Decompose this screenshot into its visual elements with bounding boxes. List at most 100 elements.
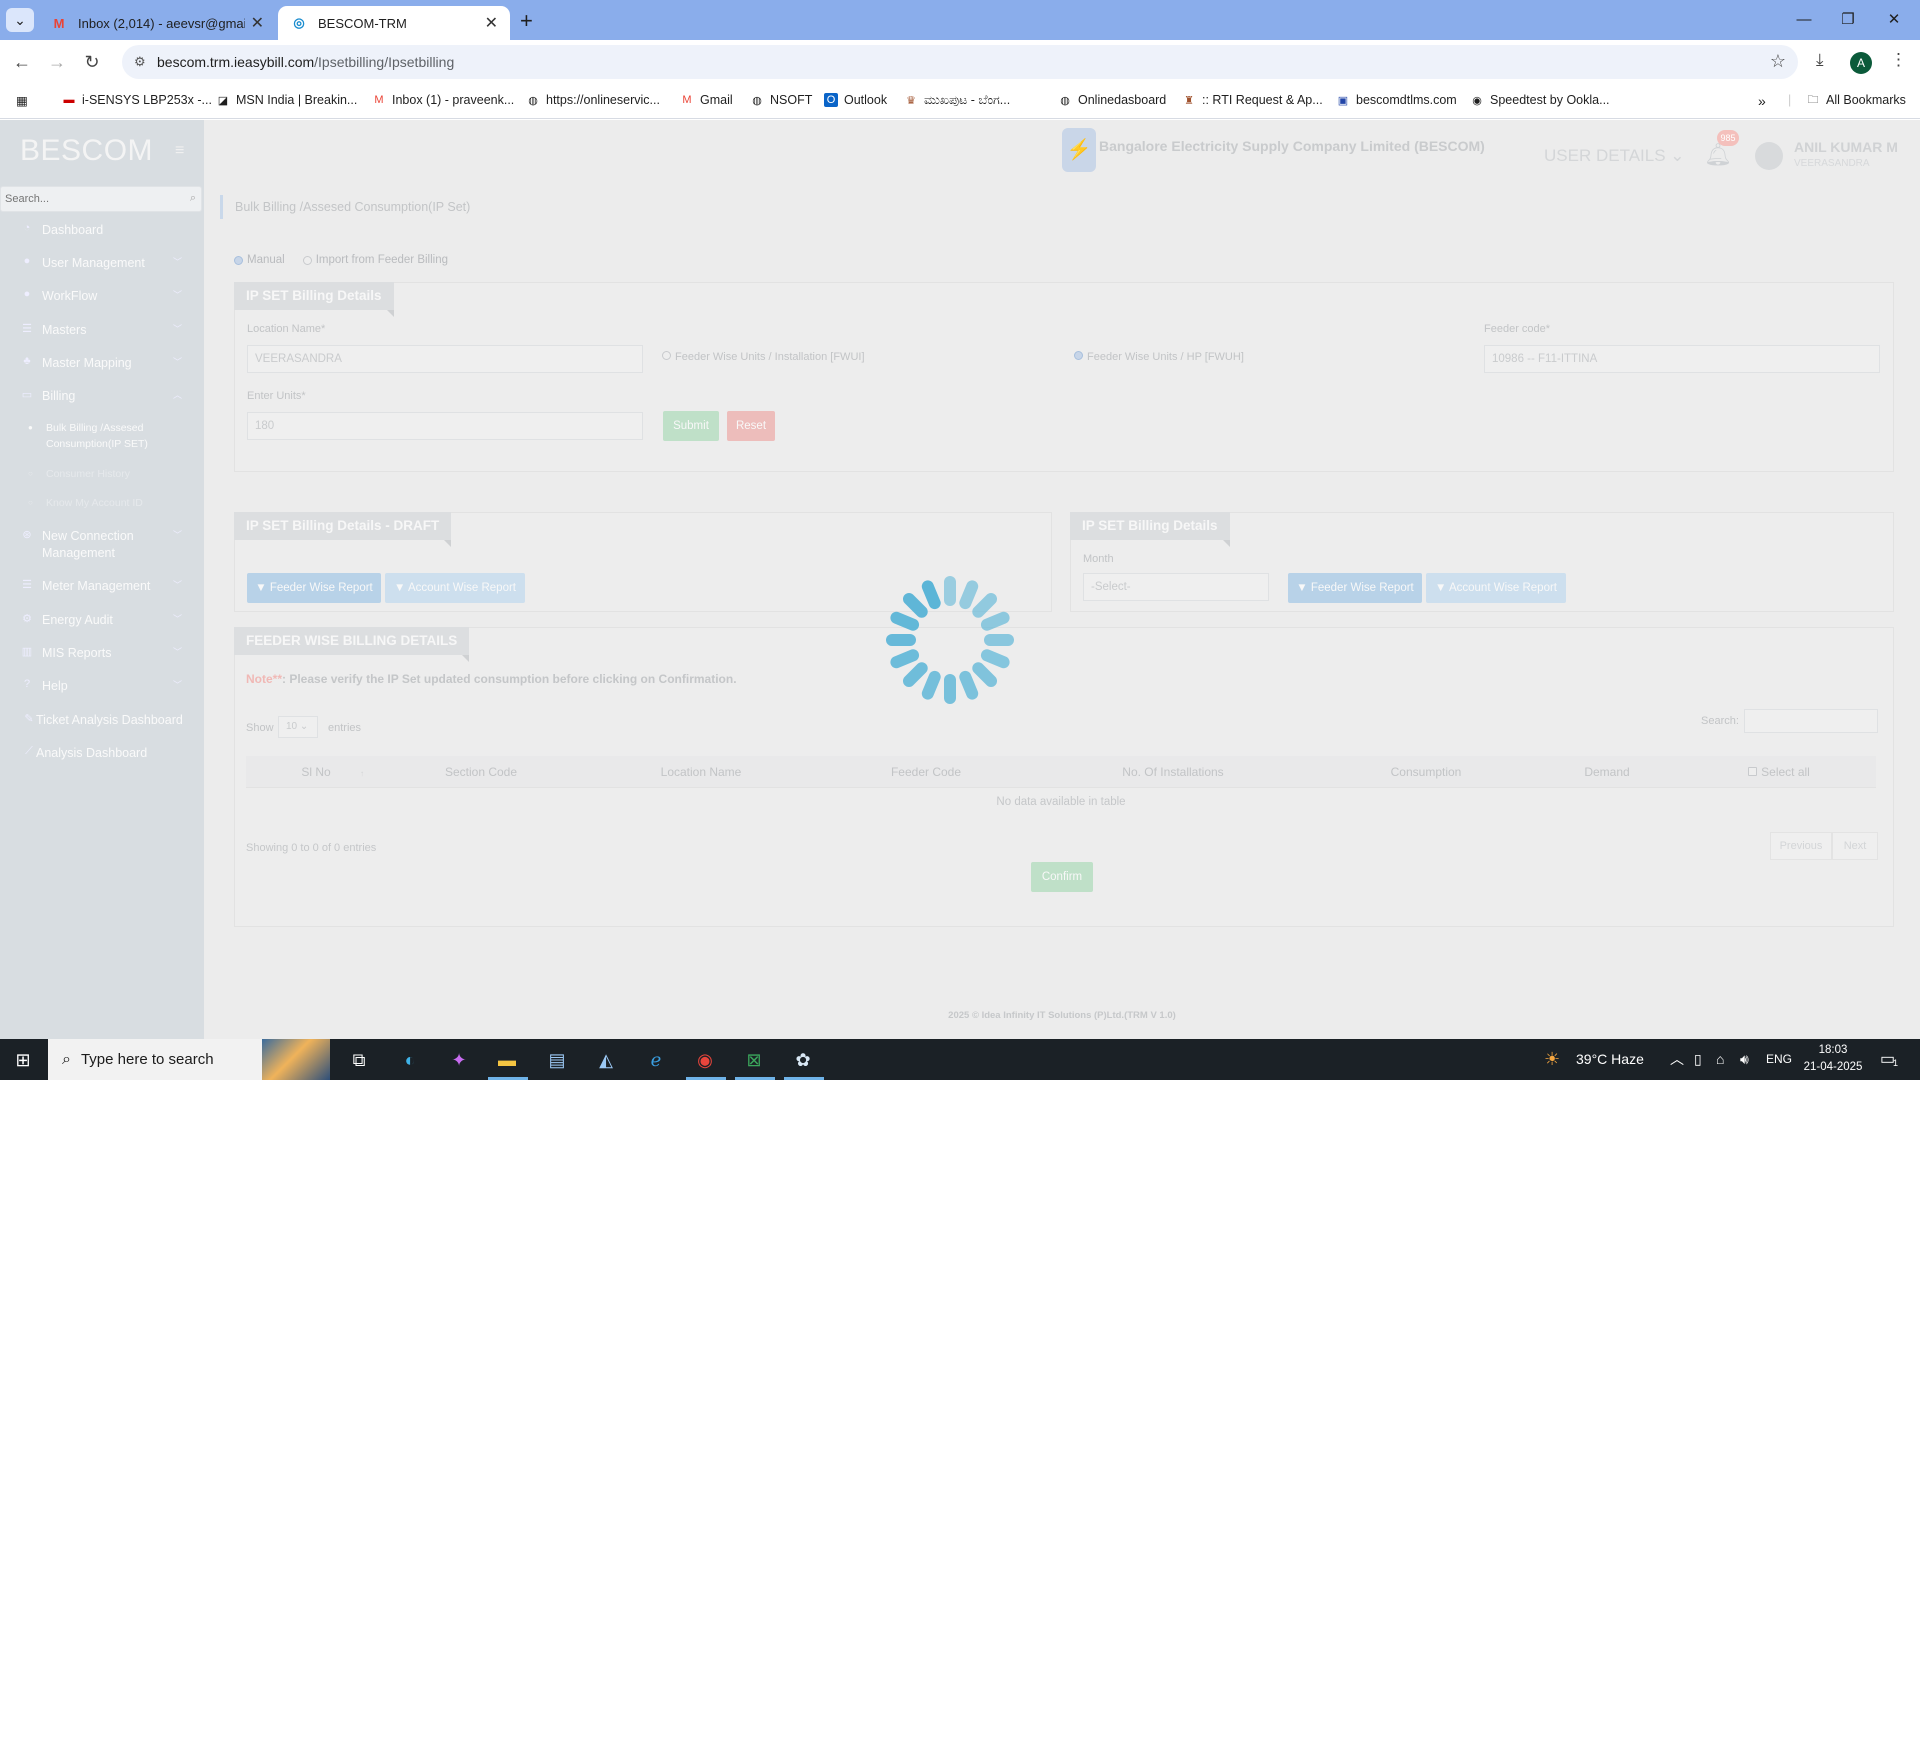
col-sl-no[interactable]: Sl No — [246, 756, 386, 788]
clock[interactable]: 18:03 21-04-2025 — [1798, 1042, 1868, 1076]
col-location-name[interactable]: Location Name — [576, 756, 826, 788]
bookmark-item[interactable]: ♜:: RTI Request & Ap... — [1182, 93, 1323, 107]
task-view-icon[interactable]: ⧉ — [346, 1047, 372, 1073]
hamburger-icon[interactable]: ≡ — [175, 142, 184, 160]
draft-feeder-report-button[interactable]: ▼ Feeder Wise Report — [247, 573, 381, 603]
col-select-all[interactable]: Select all — [1682, 756, 1876, 788]
tab-search-button[interactable]: ⌄ — [6, 8, 34, 32]
bookmark-item[interactable]: ▬ i-SENSYS LBP253x -... — [62, 93, 212, 107]
sidebar-search-input[interactable] — [1, 187, 171, 211]
tab-gmail[interactable]: M Inbox (2,014) - aeevsr@gmail.com ✕ — [38, 6, 276, 40]
back-button[interactable]: ← — [10, 50, 34, 74]
col-demand[interactable]: Demand — [1532, 756, 1682, 788]
bookmark-item[interactable]: ♛ ಮುಖಪುಟ - ಬೆಂಗ... — [904, 93, 1010, 108]
taskbar-search[interactable]: ⌕ Type here to search — [48, 1039, 330, 1080]
manual-radio[interactable] — [234, 255, 243, 265]
import-radio[interactable] — [302, 255, 312, 265]
bookmark-item[interactable]: ◉ Speedtest by Ookla... — [1470, 93, 1609, 107]
tab-bescom[interactable]: ◎ BESCOM-TRM ✕ — [278, 6, 510, 40]
apps-icon[interactable]: ▦ — [16, 93, 28, 108]
fwui-radio[interactable] — [662, 351, 671, 360]
store-icon[interactable]: ▤ — [544, 1047, 570, 1073]
network-icon[interactable]: ⌂ — [1716, 1039, 1724, 1080]
windows-start-icon[interactable]: ⊞ — [10, 1047, 36, 1073]
tab-title: Inbox (2,014) - aeevsr@gmail.com — [78, 15, 245, 31]
bookmark-item[interactable]: ◍ https://onlineservic... — [526, 93, 660, 107]
col-consumption[interactable]: Consumption — [1320, 756, 1532, 788]
search-highlight-image — [262, 1039, 330, 1080]
volume-icon[interactable]: 🔊︎ — [1740, 1039, 1749, 1080]
close-tab-icon[interactable]: ✕ — [251, 13, 264, 33]
sidebar-item-new-connection[interactable]: ⊛ New Connection Management ﹀ — [0, 528, 204, 564]
all-bookmarks-button[interactable]: 🗀 All Bookmarks — [1806, 93, 1906, 107]
copilot-icon[interactable]: ✦ — [446, 1047, 472, 1073]
restore-button[interactable]: ❐ — [1826, 0, 1870, 40]
submit-button[interactable]: Submit — [663, 411, 719, 441]
sidebar-subitem-know-account[interactable]: ○ Know My Account ID — [28, 495, 196, 511]
close-window-button[interactable]: ✕ — [1872, 0, 1916, 40]
close-tab-icon[interactable]: ✕ — [485, 13, 498, 33]
location-input[interactable]: VEERASANDRA — [247, 345, 643, 373]
confirm-button[interactable]: Confirm — [1031, 862, 1093, 892]
download-icon[interactable]: ⤓ — [1816, 50, 1824, 70]
search-label: Search: — [1701, 715, 1739, 727]
language-indicator[interactable]: ENG — [1766, 1039, 1792, 1080]
excel-icon[interactable]: ⊠ — [741, 1047, 767, 1073]
app-icon[interactable]: ◭ — [593, 1047, 619, 1073]
new-tab-button[interactable]: + — [520, 8, 533, 34]
internet-explorer-icon[interactable]: ℯ — [643, 1047, 669, 1073]
sidebar-subitem-bulk-billing[interactable]: ● Bulk Billing /Assesed Consumption(IP SE… — [28, 420, 196, 452]
url-path: /Ipsetbilling/Ipsetbilling — [314, 54, 455, 70]
minimize-button[interactable]: — — [1782, 0, 1826, 40]
search-icon[interactable]: ⌕ — [190, 192, 196, 205]
location-label: Location Name* — [247, 323, 326, 335]
paint-icon[interactable]: ✿ — [790, 1047, 816, 1073]
col-installations[interactable]: No. Of Installations — [1026, 756, 1320, 788]
bookmark-item[interactable]: M Inbox (1) - praveenk... — [372, 93, 514, 107]
profile-avatar[interactable]: A — [1850, 52, 1872, 74]
site-info-icon[interactable]: ⚙ — [134, 54, 146, 70]
bookmark-item[interactable]: ◍ Onlinedasboard — [1058, 93, 1166, 107]
weather-icon[interactable]: ☀ — [1544, 1039, 1560, 1080]
chrome-icon[interactable]: ◉ — [692, 1047, 718, 1073]
menu-icon[interactable]: ⋮ — [1890, 50, 1907, 70]
sidebar-subitem-consumer-history[interactable]: ○ Consumer History — [28, 466, 196, 482]
weather-text[interactable]: 39°C Haze — [1576, 1039, 1644, 1080]
reload-button[interactable]: ↻ — [80, 50, 104, 74]
device-icon[interactable]: ▯ — [1694, 1039, 1702, 1080]
reset-button[interactable]: Reset — [727, 411, 775, 441]
more-bookmarks-icon[interactable]: » — [1758, 93, 1766, 109]
notification-badge: 985 — [1717, 130, 1739, 146]
bookmark-star-icon[interactable]: ☆ — [1770, 51, 1786, 72]
forward-button[interactable]: → — [45, 50, 69, 74]
col-feeder-code[interactable]: Feeder Code — [826, 756, 1026, 788]
bookmark-item[interactable]: ◪ MSN India | Breakin... — [216, 93, 358, 107]
bookmark-item[interactable]: O Outlook — [824, 93, 887, 107]
table-search-input[interactable] — [1744, 709, 1878, 733]
bookmark-item[interactable]: M Gmail — [680, 93, 732, 107]
units-input[interactable]: 180 — [247, 412, 643, 440]
file-explorer-icon[interactable]: ▬ — [494, 1047, 520, 1073]
entries-select[interactable]: 10 ⌄ — [278, 716, 318, 738]
fwui-option[interactable]: Feeder Wise Units / Installation [FWUI] — [662, 351, 865, 363]
col-section-code[interactable]: Section Code — [386, 756, 576, 788]
address-bar[interactable]: ⚙ bescom.trm.ieasybill.com/Ipsetbilling/… — [122, 45, 1798, 79]
feeder-code-select[interactable]: 10986 -- F11-ITTINA — [1484, 345, 1880, 373]
draft-account-report-button[interactable]: ▼ Account Wise Report — [385, 573, 525, 603]
breadcrumb: Bulk Billing /Assesed Consumption(IP Set… — [220, 195, 470, 219]
show-hidden-icons[interactable]: ︿ — [1670, 1039, 1684, 1080]
bookmark-item[interactable]: ◍ NSOFT — [750, 93, 812, 107]
previous-button[interactable]: Previous — [1770, 832, 1832, 860]
user-details-menu[interactable]: USER DETAILS ⌄ — [1544, 146, 1685, 166]
account-report-button[interactable]: ▼ Account Wise Report — [1426, 573, 1566, 603]
feeder-report-button[interactable]: ▼ Feeder Wise Report — [1288, 573, 1422, 603]
month-select[interactable]: -Select- — [1083, 573, 1269, 601]
user-avatar[interactable] — [1755, 142, 1783, 170]
fwuh-radio[interactable] — [1074, 351, 1083, 360]
next-button[interactable]: Next — [1832, 832, 1878, 860]
bookmark-item[interactable]: ▣ bescomdtlms.com — [1336, 93, 1457, 107]
sidebar: BESCOM ≡ ⌕ ◔Dashboard ●User Management﹀ … — [0, 120, 204, 1039]
fwuh-option[interactable]: Feeder Wise Units / HP [FWUH] — [1074, 351, 1244, 363]
select-all-checkbox[interactable] — [1748, 767, 1758, 776]
edge-icon[interactable]: ◐ — [397, 1047, 423, 1073]
